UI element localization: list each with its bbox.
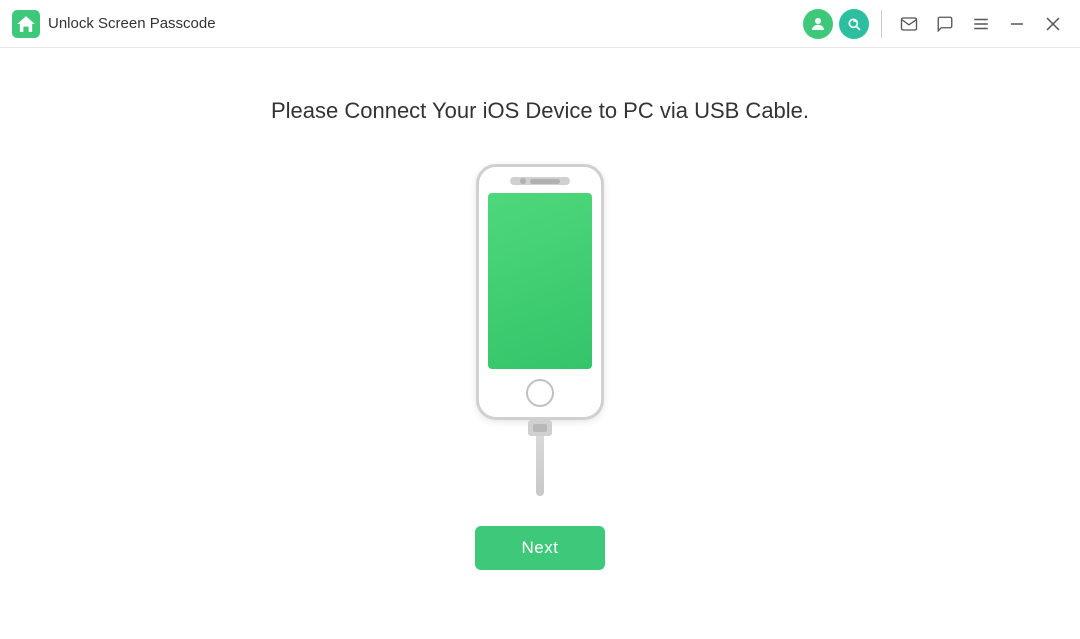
usb-cable-line	[536, 436, 544, 496]
menu-button[interactable]	[966, 9, 996, 39]
close-button[interactable]	[1038, 9, 1068, 39]
minimize-button[interactable]	[1002, 9, 1032, 39]
user-avatar-icon[interactable]	[803, 9, 833, 39]
phone-camera	[520, 178, 526, 184]
phone-home-button	[526, 379, 554, 407]
titlebar-right	[803, 9, 1068, 39]
titlebar-left: Unlock Screen Passcode	[12, 10, 803, 38]
home-icon	[12, 10, 40, 38]
instruction-text: Please Connect Your iOS Device to PC via…	[271, 98, 809, 124]
phone-speaker	[530, 179, 560, 184]
mail-button[interactable]	[894, 9, 924, 39]
phone-top-bar	[510, 177, 570, 185]
main-content: Please Connect Your iOS Device to PC via…	[0, 48, 1080, 639]
phone-screen	[488, 193, 592, 369]
phone-body	[476, 164, 604, 420]
titlebar-divider	[881, 10, 882, 38]
titlebar-title: Unlock Screen Passcode	[48, 15, 216, 32]
next-button[interactable]: Next	[475, 526, 605, 570]
search-feature-icon[interactable]	[839, 9, 869, 39]
titlebar: Unlock Screen Passcode	[0, 0, 1080, 48]
chat-button[interactable]	[930, 9, 960, 39]
usb-connector	[528, 420, 552, 436]
phone-illustration	[476, 164, 604, 496]
usb-cable	[528, 420, 552, 496]
